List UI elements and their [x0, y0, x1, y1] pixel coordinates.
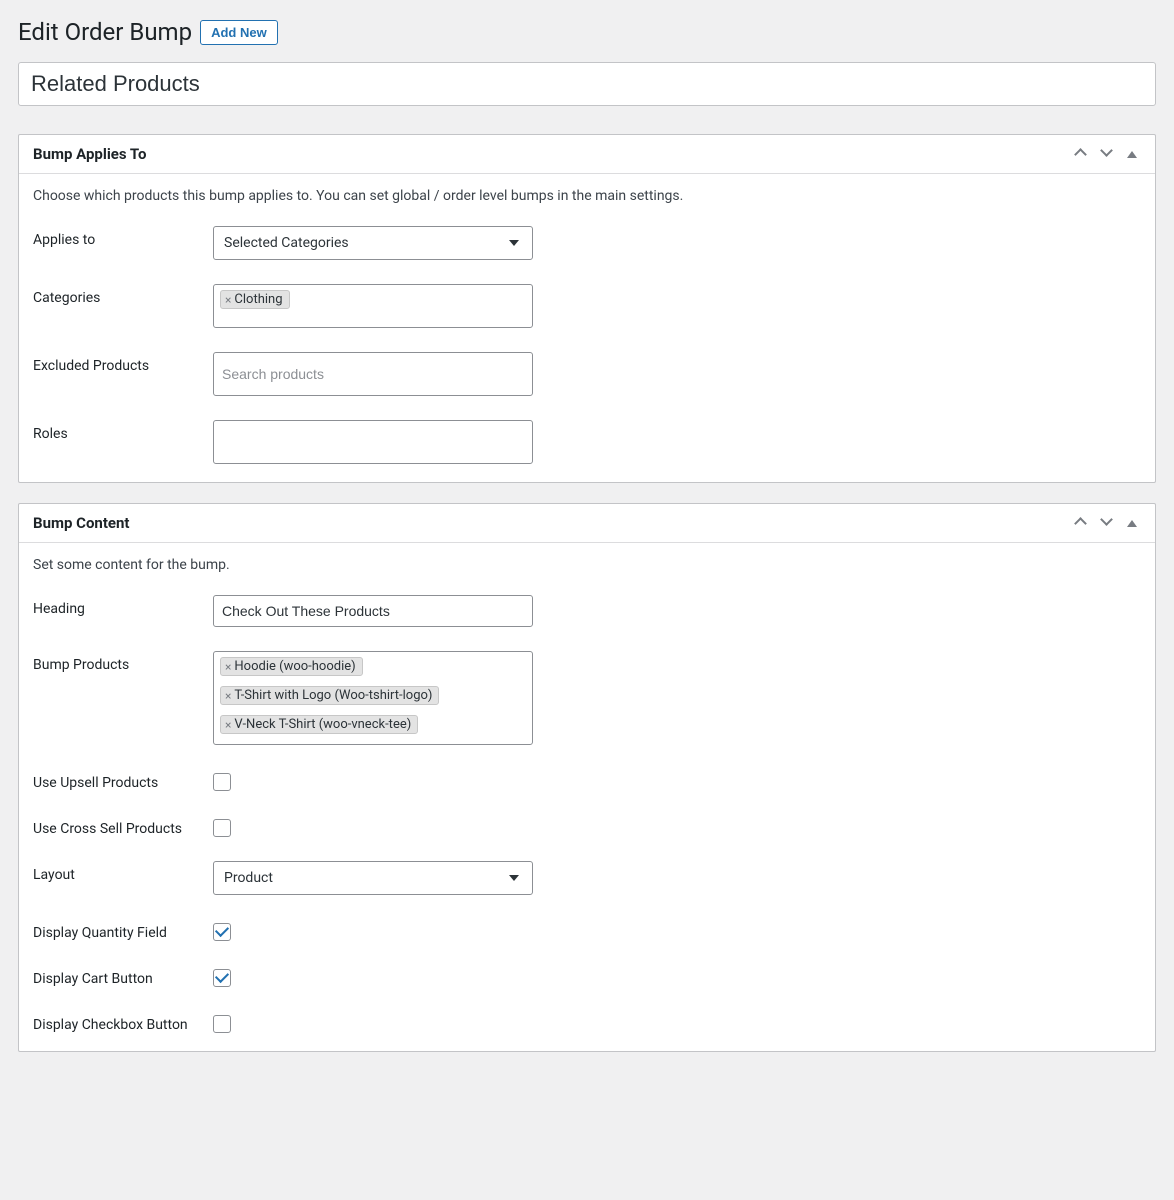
- tag-item: ×T-Shirt with Logo (Woo-tshirt-logo): [220, 686, 439, 705]
- tag-label: T-Shirt with Logo (Woo-tshirt-logo): [234, 688, 432, 703]
- panel-controls: [1071, 515, 1141, 531]
- panel-collapse-icon[interactable]: [1123, 146, 1141, 162]
- panel-move-up-icon[interactable]: [1071, 515, 1089, 531]
- add-new-button[interactable]: Add New: [200, 20, 278, 45]
- panel-description-applies: Choose which products this bump applies …: [33, 188, 1141, 204]
- remove-tag-icon[interactable]: ×: [225, 660, 231, 674]
- layout-select[interactable]: Product: [213, 861, 533, 895]
- bump-products-tag-input[interactable]: ×Hoodie (woo-hoodie)×T-Shirt with Logo (…: [213, 651, 533, 745]
- label-use-cross-sell: Use Cross Sell Products: [33, 815, 203, 837]
- panel-content: Bump Content Set some content for the bu…: [18, 503, 1156, 1052]
- panel-controls: [1071, 146, 1141, 162]
- label-excluded: Excluded Products: [33, 352, 203, 374]
- tag-label: V-Neck T-Shirt (woo-vneck-tee): [234, 717, 411, 732]
- use-upsell-checkbox[interactable]: [213, 773, 231, 791]
- panel-title-applies: Bump Applies To: [33, 145, 146, 163]
- remove-tag-icon[interactable]: ×: [225, 689, 231, 703]
- roles-tag-input[interactable]: [213, 420, 533, 464]
- tag-item: ×Clothing: [220, 290, 290, 309]
- tag-label: Clothing: [234, 292, 282, 307]
- panel-collapse-icon[interactable]: [1123, 515, 1141, 531]
- post-title-input[interactable]: [18, 62, 1156, 106]
- label-categories: Categories: [33, 284, 203, 306]
- display-checkbox-checkbox[interactable]: [213, 1015, 231, 1033]
- categories-tag-input[interactable]: ×Clothing: [213, 284, 533, 328]
- label-display-checkbox: Display Checkbox Button: [33, 1011, 203, 1033]
- label-layout: Layout: [33, 861, 203, 883]
- use-cross-sell-checkbox[interactable]: [213, 819, 231, 837]
- label-applies-to: Applies to: [33, 226, 203, 248]
- label-roles: Roles: [33, 420, 203, 442]
- remove-tag-icon[interactable]: ×: [225, 718, 231, 732]
- label-use-upsell: Use Upsell Products: [33, 769, 203, 791]
- panel-move-down-icon[interactable]: [1097, 515, 1115, 531]
- heading-input[interactable]: [213, 595, 533, 627]
- panel-move-down-icon[interactable]: [1097, 146, 1115, 162]
- excluded-products-input[interactable]: [213, 352, 533, 396]
- panel-move-up-icon[interactable]: [1071, 146, 1089, 162]
- panel-title-content: Bump Content: [33, 514, 129, 532]
- label-display-cart: Display Cart Button: [33, 965, 203, 987]
- tag-item: ×Hoodie (woo-hoodie): [220, 657, 363, 676]
- page-title: Edit Order Bump: [18, 18, 192, 46]
- label-display-qty: Display Quantity Field: [33, 919, 203, 941]
- label-bump-products: Bump Products: [33, 651, 203, 673]
- display-cart-checkbox[interactable]: [213, 969, 231, 987]
- panel-description-content: Set some content for the bump.: [33, 557, 1141, 573]
- tag-label: Hoodie (woo-hoodie): [234, 659, 355, 674]
- panel-applies-to: Bump Applies To Choose which products th…: [18, 134, 1156, 483]
- remove-tag-icon[interactable]: ×: [225, 293, 231, 307]
- label-heading: Heading: [33, 595, 203, 617]
- tag-item: ×V-Neck T-Shirt (woo-vneck-tee): [220, 715, 418, 734]
- applies-to-select[interactable]: Selected Categories: [213, 226, 533, 260]
- display-qty-checkbox[interactable]: [213, 923, 231, 941]
